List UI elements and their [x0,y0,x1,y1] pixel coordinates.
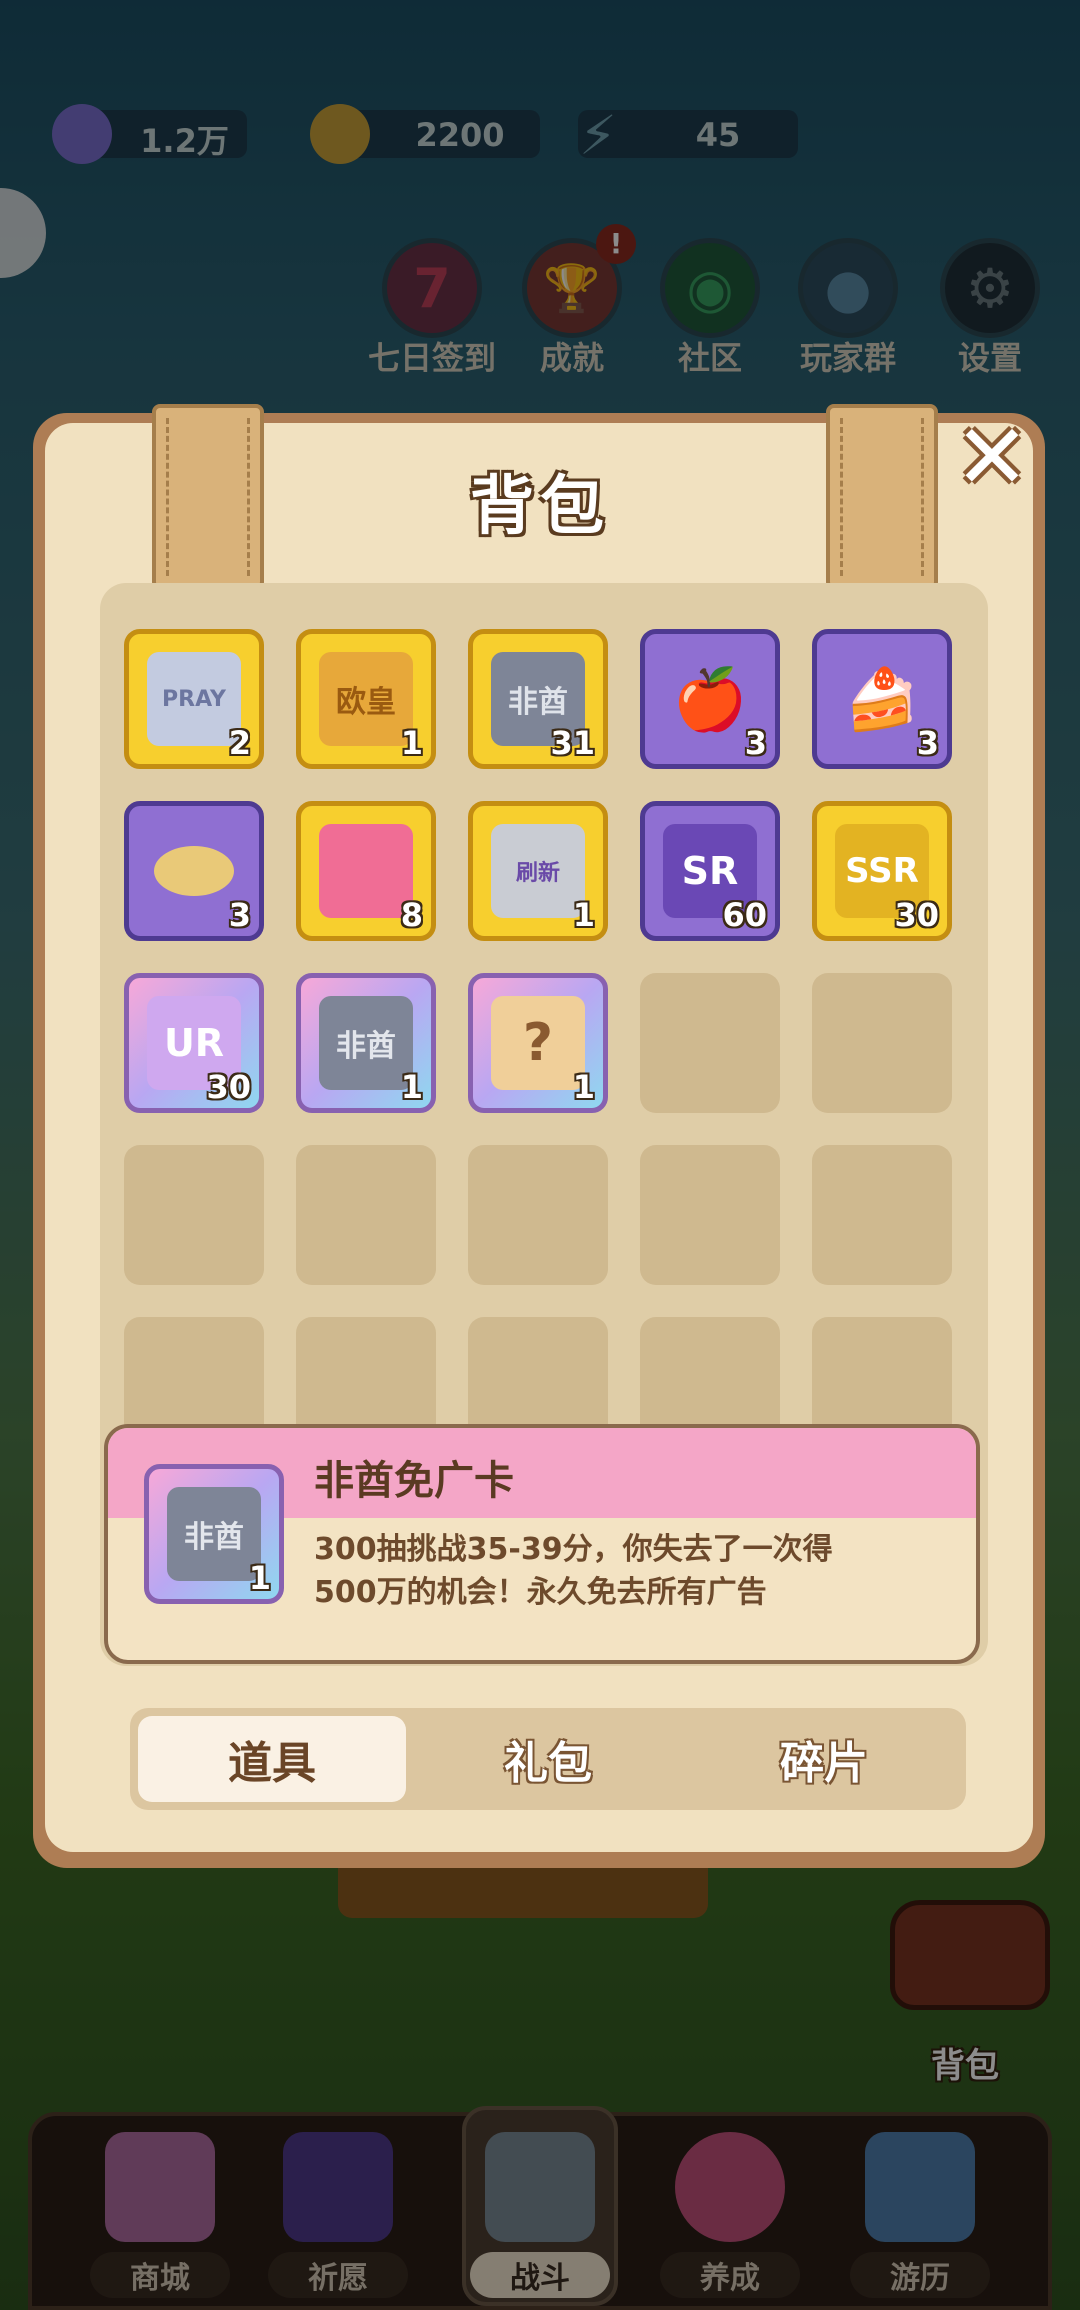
item-slot[interactable]: UR 30 [124,973,264,1113]
item-slot[interactable]: ticket 8 [296,801,436,941]
item-qty: 30 [206,1068,251,1106]
item-qty: 30 [894,896,939,934]
settings-label: 设置 [957,339,1022,377]
travel-map-icon [865,2132,975,2242]
item-qty: 3 [916,724,939,762]
player-group-label: 玩家群 [799,339,896,377]
empty-slot[interactable] [640,1145,780,1285]
mystery-bag-icon: ? [491,996,585,1090]
item-qty: 3 [744,724,767,762]
nav-travel[interactable]: 游历 [840,2132,1000,2302]
item-detail-qty: 1 [248,1559,271,1597]
nav-shop[interactable]: 商城 [80,2132,240,2302]
achievement-alert-badge: ! [596,224,636,264]
empty-slot[interactable] [812,1145,952,1285]
nav-grow[interactable]: 养成 [650,2132,810,2302]
empty-slot[interactable] [468,1145,608,1285]
item-detail-card: 非酋 1 非酋免广卡 300抽挑战35-39分，你失去了一次得500万的机会！永… [104,1424,980,1664]
nav-battle[interactable]: 战斗 [460,2132,620,2302]
nav-grow-label: 养成 [660,2252,800,2298]
community-chat-icon[interactable]: ◉ [660,238,760,338]
tab-gift-packs[interactable]: 礼包 [414,1716,682,1802]
item-slot[interactable]: 非酋 1 [296,973,436,1113]
community-label: 社区 [677,339,742,377]
item-detail-description: 300抽挑战35-39分，你失去了一次得500万的机会！永久免去所有广告 [314,1532,833,1610]
achievement-label: 成就 [539,339,604,377]
close-icon[interactable]: ✕ [948,413,1036,503]
item-slot[interactable]: 🍎 3 [640,629,780,769]
tab-items[interactable]: 道具 [138,1716,406,1802]
energy-bolt-icon: ⚡ [579,104,617,167]
energy-counter[interactable]: ⚡ 45 [578,104,798,167]
apple-icon: 🍎 [672,664,748,735]
item-slot[interactable]: PRAY 2 [124,629,264,769]
item-slot[interactable]: SSR 30 [812,801,952,941]
fei-qiu-ad-free-card-icon: 非酋 [319,996,413,1090]
paw-icon [675,2132,785,2242]
item-qty: 31 [550,724,595,762]
item-slot[interactable]: 刷新 1 [468,801,608,941]
start-button-edge [338,1862,708,1918]
nav-wish[interactable]: 祈愿 [258,2132,418,2302]
refresh-card-icon: 刷新 [491,824,585,918]
item-slot[interactable]: ? 1 [468,973,608,1113]
qq-penguin-icon[interactable]: ● [798,238,898,338]
nav-battle-label: 战斗 [470,2252,610,2298]
item-qty: 1 [400,724,423,762]
shop-icon [105,2132,215,2242]
seven-day-checkin-icon[interactable]: 7 [382,238,482,338]
panel-title: 背包 [470,470,610,544]
fei-qiu-ad-free-card-icon: 非酋 [167,1487,261,1581]
item-detail-slot: 非酋 1 [144,1464,284,1604]
gem-value: 1.2万 [140,122,229,160]
item-qty: 1 [572,1068,595,1106]
backpack-label: 背包 [931,2046,999,2086]
item-qty: 1 [572,896,595,934]
gold-coin-icon [310,104,370,164]
cake-icon: 🍰 [844,664,920,735]
gear-icon[interactable]: ⚙ [940,238,1040,338]
pink-ticket-icon: ticket [319,824,413,918]
nav-travel-label: 游历 [850,2252,990,2298]
ou-huang-card-icon: 欧皇 [319,652,413,746]
empty-slot[interactable] [812,973,952,1113]
side-chat-bubble[interactable] [0,188,46,278]
energy-value: 45 [695,116,741,154]
empty-slot[interactable] [296,1145,436,1285]
item-qty: 3 [228,896,251,934]
nav-wish-label: 祈愿 [268,2252,408,2298]
item-detail-name: 非酋免广卡 [314,1458,514,1504]
item-slot[interactable]: chips 3 [124,801,264,941]
backpack-icon[interactable] [890,1900,1050,2010]
crossed-swords-icon [485,2132,595,2242]
gem-icon [52,104,112,164]
potato-chips-icon: chips [154,846,234,896]
item-slot[interactable]: SR 60 [640,801,780,941]
item-slot[interactable]: 非酋 31 [468,629,608,769]
gold-value: 2200 [415,116,505,154]
item-qty: 8 [400,896,423,934]
item-slot[interactable]: 欧皇 1 [296,629,436,769]
item-slot[interactable]: 🍰 3 [812,629,952,769]
item-qty: 1 [400,1068,423,1106]
nav-shop-label: 商城 [90,2252,230,2298]
pray-ticket-icon: PRAY [147,652,241,746]
seven-day-checkin-label: 七日签到 [367,339,496,377]
gem-counter[interactable]: 1.2万 [52,104,247,164]
category-tabs: 道具 礼包 碎片 [130,1708,966,1810]
empty-slot[interactable] [640,973,780,1113]
empty-slot[interactable] [124,1145,264,1285]
gold-counter[interactable]: 2200 [310,104,540,164]
wish-card-icon [283,2132,393,2242]
item-qty: 2 [228,724,251,762]
item-qty: 60 [722,896,767,934]
tab-fragments[interactable]: 碎片 [690,1716,958,1802]
